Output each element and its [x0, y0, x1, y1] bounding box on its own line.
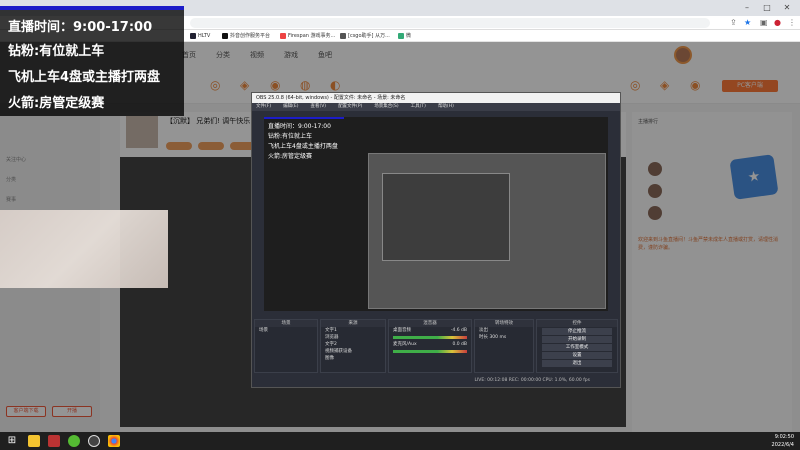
app-icon[interactable] — [68, 435, 80, 447]
preview-line-plane: 飞机上车4盘或主播打两盘 — [268, 143, 338, 150]
bookmark-douyin[interactable]: 抖音创作服务平台 — [222, 31, 270, 41]
clock-date: 2022/6/4 — [771, 442, 794, 448]
preview-line-rocket: 火箭:房管定级赛 — [268, 153, 313, 160]
audio-mixer-dock: 混音器 桌面音频 -4.6 dB 麦克风/Aux 0.0 dB — [388, 319, 472, 373]
mixer-channel-desktop: 桌面音频 -4.6 dB — [393, 328, 467, 333]
mixer-channel-mic: 麦克风/Aux 0.0 dB — [393, 342, 467, 347]
preview-accent-bar — [264, 117, 344, 119]
clock-time: 9:02:50 — [774, 434, 794, 440]
transitions-dock: 转场特效 淡出 时长 300 ms — [474, 319, 534, 373]
menu-icon[interactable]: ⋮ — [788, 18, 796, 28]
duration-row: 时长 300 ms — [475, 334, 533, 341]
blurred-region — [0, 210, 168, 288]
maximize-icon[interactable]: □ — [762, 3, 772, 13]
duration-input[interactable]: 300 ms — [489, 335, 506, 340]
obs-menu-tools[interactable]: 工具(T) — [411, 104, 426, 109]
bookmark-star-icon[interactable]: ★ — [744, 18, 751, 28]
obs-menu-profile[interactable]: 配置文件(P) — [338, 104, 362, 109]
overlay-line-plane: 飞机上车4盘或主播打两盘 — [8, 70, 161, 85]
chrome-app-icon[interactable] — [108, 435, 120, 447]
transitions-dock-title: 转场特效 — [475, 320, 533, 327]
hltv-icon — [190, 32, 196, 39]
bookmark-wei[interactable]: 微 — [398, 31, 411, 41]
douyin-icon — [222, 32, 228, 39]
obs-preview[interactable]: 直播时间：9:00-17:00 钻粉:有位就上车 飞机上车4盘或主播打两盘 火箭… — [264, 117, 608, 311]
app-icon[interactable] — [48, 435, 60, 447]
overlay-accent-bar — [0, 6, 184, 10]
audio-meter[interactable] — [393, 350, 467, 353]
sources-dock-title: 来源 — [321, 320, 385, 327]
obs-menu-file[interactable]: 文件(F) — [256, 104, 271, 109]
preview-nested-capture-inner — [382, 173, 510, 261]
obs-menu-help[interactable]: 帮助(H) — [438, 104, 454, 109]
transition-select[interactable]: 淡出 — [475, 327, 533, 334]
obs-window: OBS 25.0.8 (64-bit, windows) - 配置文件: 未命名… — [251, 92, 621, 388]
audio-meter[interactable] — [393, 336, 467, 339]
overlay-line-schedule: 直播时间：9:00-17:00 — [8, 20, 153, 35]
system-clock[interactable]: 9:02:50 2022/6/4 — [772, 433, 794, 449]
overlay-line-rocket: 火箭:房管定级赛 — [8, 96, 105, 111]
extensions-icon[interactable]: ▣ — [760, 18, 768, 28]
source-item[interactable]: 图像 — [321, 355, 385, 362]
obs-status-bar: LIVE: 00:12:08 REC: 00:00:00 CPU: 1.0%, … — [252, 376, 620, 386]
bookmark-hltv[interactable]: HLTV — [190, 31, 210, 41]
bookmark-firespan[interactable]: Firespan 游戏事务... — [280, 31, 335, 41]
obs-menu-bar: 文件(F) 编辑(E) 查看(V) 配置文件(P) 场景集合(S) 工具(T) 帮助(H) — [252, 103, 620, 111]
bookmark-csgo[interactable]: [csgo助手] 从万... — [340, 31, 390, 41]
close-icon[interactable]: ✕ — [782, 3, 792, 13]
stream-info-overlay: 直播时间：9:00-17:00 钻粉:有位就上车 飞机上车4盘或主播打两盘 火箭… — [0, 6, 184, 116]
source-item[interactable]: 浏览器 — [321, 334, 385, 341]
url-bar[interactable] — [190, 18, 710, 28]
minimize-icon[interactable]: – — [742, 3, 752, 13]
sources-dock: 来源 文字1 浏览器 文字2 视频捕获设备 图像 — [320, 319, 386, 373]
preview-line-schedule: 直播时间：9:00-17:00 — [268, 123, 331, 130]
source-item[interactable]: 文字1 — [321, 327, 385, 334]
obs-menu-view[interactable]: 查看(V) — [310, 104, 326, 109]
wei-icon — [398, 32, 404, 39]
start-recording-button[interactable]: 开始录制 — [542, 336, 612, 343]
profile-icon[interactable]: ● — [774, 18, 781, 28]
source-item[interactable]: 文字2 — [321, 341, 385, 348]
scene-item[interactable]: 场景 — [255, 327, 317, 334]
csgo-icon — [340, 32, 346, 39]
obs-menu-scene-collection[interactable]: 场景集合(S) — [374, 104, 398, 109]
windows-start-icon[interactable]: ⊞ — [6, 435, 18, 447]
obs-menu-edit[interactable]: 编辑(E) — [283, 104, 298, 109]
stop-streaming-button[interactable]: 停止推流 — [542, 328, 612, 335]
preview-line-diamond: 钻粉:有位就上车 — [268, 133, 313, 140]
taskbar: ⊞ 9:02:50 2022/6/4 — [0, 432, 800, 450]
overlay-line-diamond: 钻粉:有位就上车 — [8, 44, 105, 59]
controls-dock: 控件 停止推流 开始录制 工作室模式 设置 退出 — [536, 319, 618, 373]
scenes-dock-title: 场景 — [255, 320, 317, 327]
app-icon[interactable] — [28, 435, 40, 447]
duration-label: 时长 — [479, 335, 488, 340]
obs-title-bar: OBS 25.0.8 (64-bit, windows) - 配置文件: 未命名… — [252, 93, 620, 103]
audio-mixer-title: 混音器 — [389, 320, 471, 327]
source-item[interactable]: 视频捕获设备 — [321, 348, 385, 355]
scenes-dock: 场景 场景 — [254, 319, 318, 373]
firespan-icon — [280, 32, 286, 39]
controls-dock-title: 控件 — [537, 320, 617, 327]
exit-button[interactable]: 退出 — [542, 360, 612, 367]
studio-mode-button[interactable]: 工作室模式 — [542, 344, 612, 351]
settings-button[interactable]: 设置 — [542, 352, 612, 359]
obs-app-icon[interactable] — [88, 435, 100, 447]
share-icon[interactable]: ⇪ — [730, 18, 737, 28]
